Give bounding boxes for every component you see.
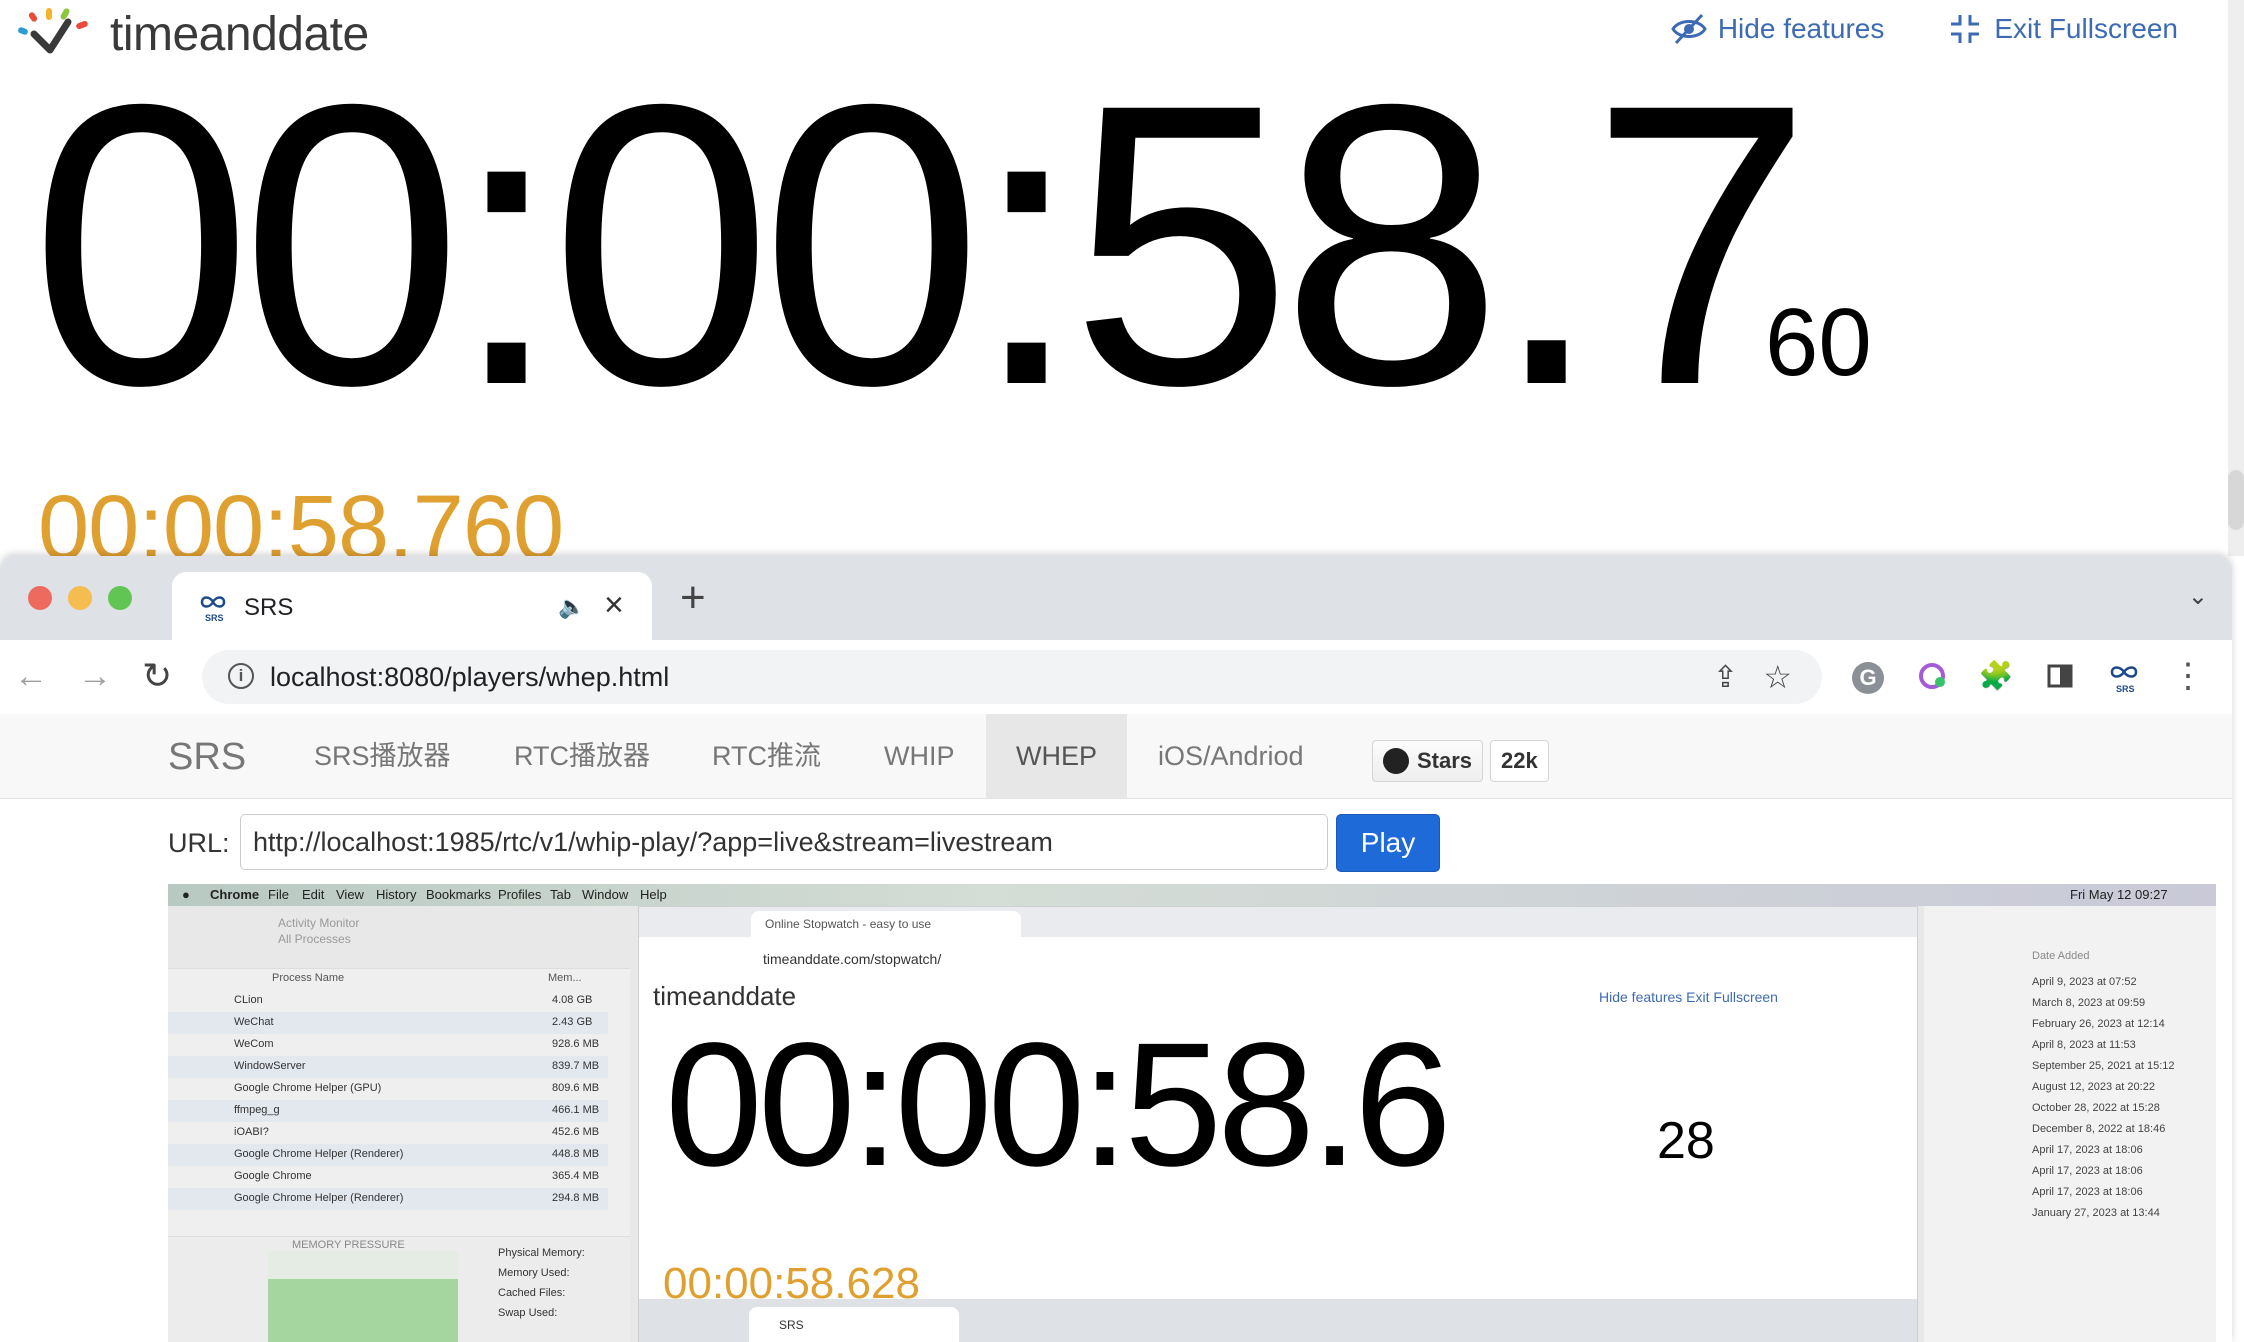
- grammarly-extension-icon[interactable]: G: [1848, 656, 1888, 696]
- video-inner-browser: Online Stopwatch - easy to use timeandda…: [638, 906, 1918, 1342]
- tab-close-icon[interactable]: ×: [604, 586, 624, 625]
- list-item: WindowServer 839.7 MB: [168, 1056, 608, 1078]
- bookmark-star-icon[interactable]: ☆: [1763, 658, 1792, 696]
- forward-arrow-icon[interactable]: →: [78, 656, 112, 696]
- tab-title: SRS: [244, 594, 294, 621]
- tab-srs[interactable]: SRS SRS 🔈 ×: [172, 572, 652, 640]
- video-activity-monitor: Activity Monitor All Processes Process N…: [168, 906, 630, 1342]
- stopwatch-milliseconds: 60: [1765, 289, 1872, 396]
- list-item: WeCom 928.6 MB: [234, 1038, 600, 1050]
- tab-search-chevron-icon[interactable]: ⌄: [2188, 582, 2208, 611]
- tab-strip: SRS SRS 🔈 × + ⌄: [0, 556, 2232, 640]
- nav-whip[interactable]: WHIP: [854, 714, 985, 798]
- list-item: Google Chrome Helper (GPU) 809.6 MB: [234, 1082, 600, 1094]
- apple-icon: ●: [182, 887, 190, 902]
- srs-extension-icon[interactable]: SRS: [2104, 656, 2144, 696]
- activity-monitor-header: Activity Monitor All Processes: [168, 906, 630, 969]
- more-menu-icon[interactable]: ⋮: [2168, 656, 2208, 696]
- back-arrow-icon[interactable]: ←: [14, 656, 48, 696]
- inner-tab: Online Stopwatch - easy to use: [751, 911, 1021, 937]
- memory-pressure-panel: MEMORY PRESSURE Physical Memory: Memory …: [168, 1236, 630, 1342]
- svg-text:SRS: SRS: [205, 613, 224, 623]
- list-item: iOABI? 452.6 MB: [234, 1126, 600, 1138]
- window-zoom-button[interactable]: [108, 586, 132, 610]
- inner-address-url: timeanddate.com/stopwatch/: [763, 951, 942, 967]
- video-player[interactable]: ● Chrome File Edit View History Bookmark…: [168, 884, 2216, 1342]
- new-tab-button[interactable]: +: [680, 576, 706, 620]
- browser-toolbar: ← → ↻ i localhost:8080/players/whep.html…: [0, 640, 2232, 715]
- list-item: Google Chrome Helper (Renderer) 294.8 MB: [168, 1188, 608, 1210]
- play-button[interactable]: Play: [1336, 814, 1440, 872]
- srs-brand[interactable]: SRS: [168, 736, 246, 779]
- inner-tab-strip: Online Stopwatch - easy to use: [639, 907, 1917, 937]
- list-item: WeChat 2.43 GB: [168, 1012, 608, 1034]
- color-extension-icon[interactable]: [1912, 656, 1952, 696]
- window-close-button[interactable]: [28, 586, 52, 610]
- srs-favicon-icon: SRS: [200, 596, 226, 623]
- github-stars-count[interactable]: 22k: [1490, 740, 1549, 782]
- srs-navbar: SRS SRS播放器 RTC播放器 RTC推流 WHIP WHEP iOS/An…: [0, 714, 2232, 799]
- exit-fullscreen-label: Exit Fullscreen: [1994, 13, 2178, 44]
- exit-fullscreen-icon: [1951, 15, 1980, 43]
- window-minimize-button[interactable]: [68, 586, 92, 610]
- nav-srs-player[interactable]: SRS播放器: [284, 714, 481, 798]
- nested-tab: SRS: [749, 1307, 959, 1342]
- side-panel-icon[interactable]: [2040, 656, 2080, 696]
- stopwatch-lap-display: 00:00:58.760: [38, 482, 564, 556]
- nav-ios-android[interactable]: iOS/Andriod: [1128, 714, 1334, 798]
- github-stars-label: Stars: [1417, 748, 1473, 773]
- share-icon[interactable]: ⇪: [1713, 660, 1738, 695]
- chrome-window: SRS SRS 🔈 × + ⌄ ← → ↻ i localhost:8080/p…: [0, 556, 2232, 1342]
- list-item: ffmpeg_g 466.1 MB: [168, 1100, 608, 1122]
- nested-browser-tabstrip: SRS: [639, 1299, 1917, 1342]
- inner-stopwatch-ms: 28: [1657, 1112, 1715, 1170]
- inner-stopwatch-main: 00:00:58.6: [665, 1007, 1452, 1203]
- nav-rtc-publisher[interactable]: RTC推流: [682, 714, 851, 798]
- site-info-icon[interactable]: i: [228, 663, 254, 689]
- stopwatch-main-display: 00:00:58.7: [30, 21, 1813, 468]
- url-label: URL:: [168, 828, 230, 858]
- github-icon: [1383, 748, 1409, 774]
- svg-text:SRS: SRS: [2116, 684, 2135, 694]
- inner-tad-actions: Hide features Exit Fullscreen: [1599, 989, 1778, 1005]
- speaker-icon[interactable]: 🔈: [558, 594, 585, 620]
- list-item: Google Chrome Helper (Renderer) 448.8 MB: [168, 1144, 608, 1166]
- stream-url-input[interactable]: http://localhost:1985/rtc/v1/whip-play/?…: [240, 814, 1328, 870]
- exit-fullscreen-button[interactable]: Exit Fullscreen: [1946, 12, 2178, 46]
- page-scrollbar[interactable]: [2228, 0, 2244, 556]
- inner-stopwatch-lap: 00:00:58.628: [663, 1259, 920, 1299]
- github-stars-button[interactable]: Stars: [1372, 740, 1484, 782]
- list-item: Google Chrome 365.4 MB: [234, 1170, 600, 1182]
- video-macos-menubar: ● Chrome File Edit View History Bookmark…: [168, 884, 2216, 906]
- extensions-puzzle-icon[interactable]: 🧩: [1976, 656, 2016, 696]
- scrollbar-thumb[interactable]: [2228, 470, 2244, 530]
- address-bar-url[interactable]: localhost:8080/players/whep.html: [270, 662, 669, 693]
- memory-pressure-graph: [268, 1251, 458, 1342]
- reload-icon[interactable]: ↻: [142, 656, 172, 696]
- nav-whep[interactable]: WHEP: [986, 714, 1127, 798]
- video-finder-column: Date Added April 9, 2023 at 07:52 March …: [1924, 906, 2216, 1342]
- nav-rtc-player[interactable]: RTC播放器: [484, 714, 680, 798]
- list-item: CLion 4.08 GB: [234, 994, 593, 1006]
- address-bar[interactable]: i localhost:8080/players/whep.html ⇪ ☆: [202, 650, 1822, 704]
